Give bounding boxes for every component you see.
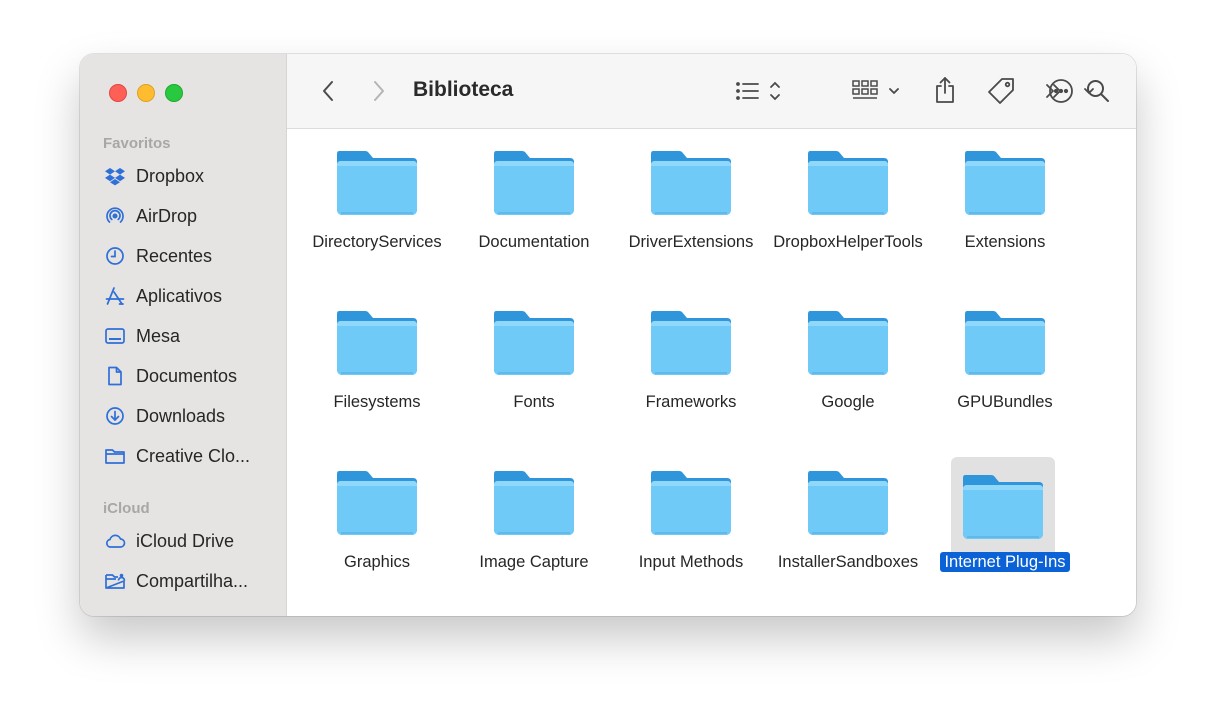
folder-item[interactable]: Google xyxy=(773,293,923,433)
folder-item[interactable]: DriverExtensions xyxy=(616,133,766,273)
folder-name: Extensions xyxy=(964,233,1046,251)
airdrop-icon xyxy=(104,205,126,227)
desktop-icon xyxy=(104,325,126,347)
sidebar: Favoritos Dropbox AirDrop Recentes Aplic… xyxy=(80,54,287,616)
folder-name: Image Capture xyxy=(479,553,589,571)
folder-icon xyxy=(951,457,1055,557)
sidebar-item-label: Creative Clo... xyxy=(136,445,251,466)
folder-name: Google xyxy=(821,393,875,411)
share-icon[interactable] xyxy=(931,74,959,106)
folder-icon xyxy=(957,303,1053,383)
search-icon[interactable] xyxy=(1083,76,1113,106)
folder-icon xyxy=(329,463,425,543)
sidebar-item-creative-cloud[interactable]: Creative Clo... xyxy=(104,441,274,471)
main-content: Biblioteca DirectoryServices Documentati… xyxy=(287,54,1136,616)
folder-icon xyxy=(957,143,1053,223)
sidebar-section-favorites: Favoritos xyxy=(103,135,171,152)
grid-group-icon[interactable] xyxy=(851,78,903,104)
folder-icon xyxy=(643,303,739,383)
folder-name: DropboxHelperTools xyxy=(773,233,923,251)
dropbox-icon xyxy=(104,165,126,187)
window-title: Biblioteca xyxy=(413,78,514,101)
toolbar: Biblioteca xyxy=(287,54,1136,129)
folder-item[interactable]: Documentation xyxy=(459,133,609,273)
folder-name: Documentation xyxy=(478,233,590,251)
zoom-window-button[interactable] xyxy=(165,84,183,102)
folder-name: DirectoryServices xyxy=(312,233,442,251)
sidebar-item-downloads[interactable]: Downloads xyxy=(104,401,274,431)
folder-icon xyxy=(643,463,739,543)
folder-item[interactable]: Graphics xyxy=(302,453,452,593)
folder-name: Input Methods xyxy=(638,553,744,571)
minimize-window-button[interactable] xyxy=(137,84,155,102)
double-chevron-icon[interactable] xyxy=(1119,78,1136,104)
folder-name: Fonts xyxy=(513,393,555,411)
folder-name: Graphics xyxy=(343,553,411,571)
folder-icon xyxy=(800,463,896,543)
folder-item[interactable]: Fonts xyxy=(459,293,609,433)
folder-name: Filesystems xyxy=(333,393,421,411)
sidebar-item-label: Mesa xyxy=(136,325,181,346)
sidebar-item-label: iCloud Drive xyxy=(136,530,235,551)
clock-icon xyxy=(104,245,126,267)
cloud-icon xyxy=(104,530,126,552)
sidebar-item-mesa[interactable]: Mesa xyxy=(104,321,274,351)
sidebar-item-label: Documentos xyxy=(136,365,238,386)
folder-icon xyxy=(643,143,739,223)
sidebar-item-aplicativos[interactable]: Aplicativos xyxy=(104,281,274,311)
sidebar-item-icloud-drive[interactable]: iCloud Drive xyxy=(104,526,274,556)
folder-name: GPUBundles xyxy=(957,393,1053,411)
folder-icon xyxy=(329,303,425,383)
document-icon xyxy=(104,365,126,387)
sidebar-item-label: Downloads xyxy=(136,405,226,426)
folder-item[interactable]: DirectoryServices xyxy=(302,133,452,273)
folder-icon xyxy=(329,143,425,223)
folder-icon xyxy=(800,143,896,223)
folder-item[interactable]: Filesystems xyxy=(302,293,452,433)
folder-name: InstallerSandboxes xyxy=(777,553,919,571)
sidebar-item-label: Compartilha... xyxy=(136,570,249,591)
applications-icon xyxy=(104,285,126,307)
sidebar-item-documentos[interactable]: Documentos xyxy=(104,361,274,391)
tag-icon[interactable] xyxy=(985,76,1017,106)
folder-name: Internet Plug-Ins xyxy=(930,551,1080,574)
folder-icon xyxy=(800,303,896,383)
folder-item[interactable]: DropboxHelperTools xyxy=(773,133,923,273)
sidebar-item-dropbox[interactable]: Dropbox xyxy=(104,161,274,191)
sidebar-item-label: Aplicativos xyxy=(136,285,223,306)
shared-folder-icon xyxy=(104,570,126,592)
folder-name: DriverExtensions xyxy=(628,233,754,251)
sidebar-item-airdrop[interactable]: AirDrop xyxy=(104,201,274,231)
overflow-button[interactable] xyxy=(1041,78,1067,104)
folder-icon xyxy=(486,463,582,543)
sidebar-item-label: Recentes xyxy=(136,245,213,266)
sidebar-item-compartilhado[interactable]: Compartilha... xyxy=(104,566,274,596)
list-view-icon[interactable] xyxy=(733,78,785,104)
folder-item[interactable]: Extensions xyxy=(930,133,1080,273)
folder-item[interactable]: GPUBundles xyxy=(930,293,1080,433)
folder-icon xyxy=(486,143,582,223)
folder-item[interactable]: Frameworks xyxy=(616,293,766,433)
close-window-button[interactable] xyxy=(109,84,127,102)
sidebar-item-label: AirDrop xyxy=(136,205,198,226)
folder-icon xyxy=(486,303,582,383)
folder-name: Frameworks xyxy=(645,393,737,411)
sidebar-item-label: Dropbox xyxy=(136,165,205,186)
folder-item[interactable]: Image Capture xyxy=(459,453,609,593)
forward-chevron-icon[interactable] xyxy=(368,78,390,104)
folder-item[interactable]: InstallerSandboxes xyxy=(773,453,923,593)
folder-item[interactable]: Input Methods xyxy=(616,453,766,593)
back-chevron-icon[interactable] xyxy=(317,78,339,104)
folder-item[interactable]: Internet Plug-Ins xyxy=(930,453,1080,593)
sidebar-section-icloud: iCloud xyxy=(103,500,150,517)
finder-window: Favoritos Dropbox AirDrop Recentes Aplic… xyxy=(80,54,1136,616)
sidebar-item-recentes[interactable]: Recentes xyxy=(104,241,274,271)
folder-icon xyxy=(104,445,126,467)
download-icon xyxy=(104,405,126,427)
